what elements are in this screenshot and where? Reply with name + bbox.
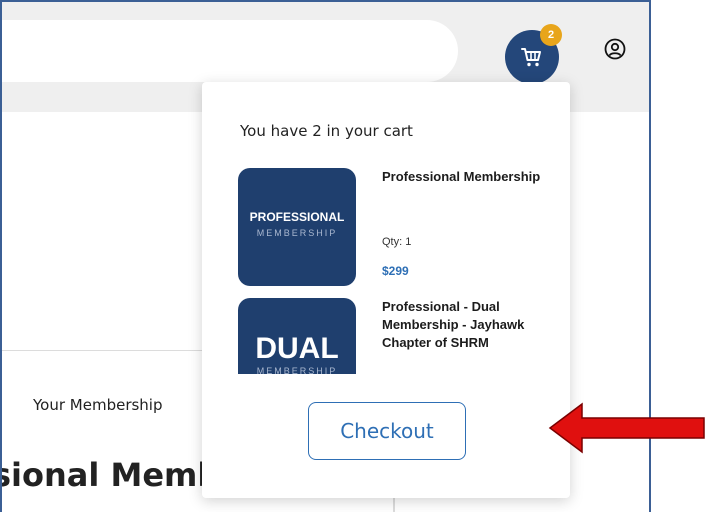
- item-price: $299: [382, 264, 409, 278]
- thumbnail-subtitle: MEMBERSHIP: [256, 228, 338, 238]
- search-input[interactable]: [2, 20, 458, 82]
- cart-item[interactable]: PROFESSIONAL MEMBERSHIP Professional Mem…: [238, 168, 548, 298]
- item-name[interactable]: Professional Membership: [382, 168, 548, 186]
- membership-title: sional Memb: [0, 456, 221, 494]
- product-thumbnail: PROFESSIONAL MEMBERSHIP: [238, 168, 356, 286]
- thumbnail-subtitle: MEMBERSHIP: [256, 366, 338, 374]
- item-quantity: Qty: 1: [382, 236, 412, 248]
- red-arrow-annotation: [548, 402, 705, 454]
- cart-items-list[interactable]: PROFESSIONAL MEMBERSHIP Professional Mem…: [238, 168, 548, 374]
- thumbnail-title: PROFESSIONAL: [249, 210, 345, 224]
- checkout-button[interactable]: Checkout: [308, 402, 466, 460]
- item-name[interactable]: Professional - Dual Membership - Jayhawk…: [382, 298, 548, 352]
- thumbnail-title: DUAL: [255, 332, 339, 365]
- cart-summary-text: You have 2 in your cart: [240, 122, 413, 140]
- cart-dropdown: You have 2 in your cart PROFESSIONAL MEM…: [202, 82, 570, 498]
- product-thumbnail: DUAL MEMBERSHIP: [238, 298, 356, 374]
- your-membership-label: Your Membership: [33, 396, 163, 414]
- shopping-cart-icon: [521, 48, 541, 67]
- user-account-icon[interactable]: [604, 38, 626, 60]
- cart-item[interactable]: DUAL MEMBERSHIP Professional - Dual Memb…: [238, 298, 548, 374]
- cart-count-badge: 2: [540, 24, 562, 46]
